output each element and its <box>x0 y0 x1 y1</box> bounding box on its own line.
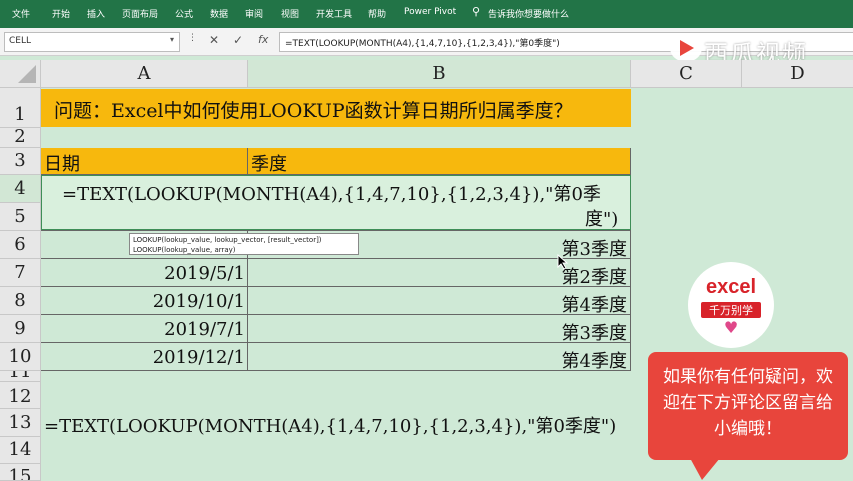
tab-data[interactable]: 数据 <box>210 7 228 20</box>
row-header-14[interactable]: 14 <box>0 437 41 464</box>
cross-icon[interactable]: ✕ <box>209 33 219 47</box>
tab-formulas[interactable]: 公式 <box>175 7 193 20</box>
name-box-value: CELL <box>9 36 31 46</box>
formula-text: =TEXT(LOOKUP(MONTH(A4),{1,4,7,10},{1,2,3… <box>285 39 560 49</box>
grid-row-line <box>41 314 631 315</box>
comment-bubble: 如果你有任何疑问，欢迎在下方评论区留言给小编哦！ <box>648 352 848 460</box>
header-row <box>41 148 631 174</box>
row-header-9[interactable]: 9 <box>0 315 41 343</box>
tab-help[interactable]: 帮助 <box>368 7 386 20</box>
tab-file[interactable]: 文件 <box>12 7 30 20</box>
row-header-8[interactable]: 8 <box>0 287 41 315</box>
tell-me-search[interactable]: 告诉我你想要做什么 <box>488 7 569 20</box>
bubble-tail <box>690 458 720 480</box>
date-cell[interactable]: 2019/12/1 <box>153 347 245 368</box>
tab-review[interactable]: 审阅 <box>245 7 263 20</box>
tab-developer[interactable]: 开发工具 <box>316 7 352 20</box>
grid-row-line <box>41 370 631 371</box>
badge-bottom-text: 千万别学 <box>701 302 761 318</box>
editing-formula-line2: 度") <box>585 209 619 230</box>
row-header-1[interactable]: 1 <box>0 88 41 128</box>
grid-row-line <box>41 230 631 231</box>
select-all-corner[interactable] <box>0 60 41 88</box>
row-header-10[interactable]: 10 <box>0 343 41 371</box>
grid-row-line <box>41 342 631 343</box>
check-icon[interactable]: ✓ <box>233 33 243 47</box>
fx-icon[interactable]: fx <box>258 33 268 46</box>
quarter-cell[interactable]: 第3季度 <box>562 319 627 345</box>
mouse-cursor-icon <box>557 254 569 270</box>
excel-badge-logo: excel 千万别学 ♥ <box>688 262 774 348</box>
ribbon-tab-bar: 文件 开始 插入 页面布局 公式 数据 审阅 视图 开发工具 帮助 Power … <box>0 0 853 28</box>
quarter-cell[interactable]: 第4季度 <box>562 347 627 373</box>
column-header-d[interactable]: D <box>742 60 853 88</box>
name-box-dropdown-icon[interactable]: ▾ <box>170 35 174 44</box>
row-header-7[interactable]: 7 <box>0 259 41 287</box>
quarter-cell[interactable]: 第4季度 <box>562 291 627 317</box>
row-header-5[interactable]: 5 <box>0 203 41 231</box>
quarter-cell[interactable]: 第3季度 <box>562 235 627 261</box>
header-date: 日期 <box>44 154 80 175</box>
more-options-icon: ⋮ <box>188 33 197 43</box>
row-header-3[interactable]: 3 <box>0 148 41 175</box>
tab-view[interactable]: 视图 <box>281 7 299 20</box>
date-cell[interactable]: 2019/5/1 <box>164 263 245 284</box>
grid-row-line <box>41 286 631 287</box>
name-box[interactable]: CELL <box>4 32 180 52</box>
row-header-6[interactable]: 6 <box>0 231 41 259</box>
quarter-cell[interactable]: 第2季度 <box>562 263 627 289</box>
date-cell[interactable]: 2019/10/1 <box>153 291 245 312</box>
lightbulb-icon: ⚲ <box>472 5 481 18</box>
column-header-b[interactable]: B <box>248 60 631 88</box>
row-header-15[interactable]: 15 <box>0 464 41 481</box>
tooltip-line1: LOOKUP(lookup_value, lookup_vector, [res… <box>133 236 322 244</box>
tab-home[interactable]: 开始 <box>52 7 70 20</box>
tab-insert[interactable]: 插入 <box>87 7 105 20</box>
date-cell[interactable]: 2019/7/1 <box>164 319 245 340</box>
tooltip-line2: LOOKUP(lookup_value, array) <box>133 246 236 254</box>
row-header-13[interactable]: 13 <box>0 409 41 437</box>
editing-formula-line1: =TEXT(LOOKUP(MONTH(A4),{1,4,7,10},{1,2,3… <box>62 184 601 205</box>
grid-row-line <box>41 258 631 259</box>
bubble-text: 如果你有任何疑问，欢迎在下方评论区留言给小编哦！ <box>663 367 833 439</box>
column-header-c[interactable]: C <box>631 60 742 88</box>
badge-top-text: excel <box>705 276 757 298</box>
function-tooltip: LOOKUP(lookup_value, lookup_vector, [res… <box>129 233 359 255</box>
row-header-12[interactable]: 12 <box>0 382 41 409</box>
row-header-4[interactable]: 4 <box>0 175 41 203</box>
column-header-a[interactable]: A <box>41 60 248 88</box>
tab-page-layout[interactable]: 页面布局 <box>122 7 158 20</box>
header-quarter: 季度 <box>251 154 287 175</box>
tab-power-pivot[interactable]: Power Pivot <box>404 7 456 17</box>
row-header-2[interactable]: 2 <box>0 128 41 148</box>
page-title: 问题：Excel中如何使用LOOKUP函数计算日期所归属季度？ <box>54 100 573 122</box>
row-header-11[interactable]: 11 <box>0 371 41 382</box>
row13-formula-text[interactable]: =TEXT(LOOKUP(MONTH(A4),{1,4,7,10},{1,2,3… <box>44 412 616 438</box>
heart-icon: ♥ <box>723 318 739 337</box>
